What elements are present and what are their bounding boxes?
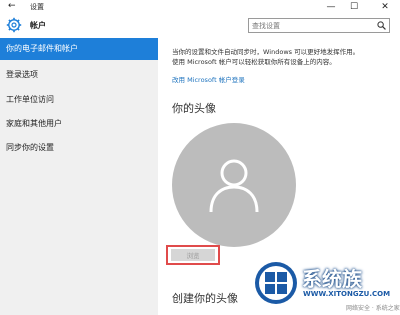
- close-button[interactable]: ✕: [374, 0, 396, 14]
- sidebar-item-label: 你的电子邮件和帐户: [6, 44, 78, 53]
- microsoft-signin-link[interactable]: 改用 Microsoft 帐户登录: [172, 74, 245, 84]
- info-line: 当你的设置和文件自动同步时，Windows 可以更好地发挥作用。: [172, 48, 360, 56]
- page-title: 帐户: [30, 21, 46, 30]
- sidebar-item-family-users[interactable]: 家庭和其他用户: [0, 113, 158, 135]
- info-line: 使用 Microsoft 帐户可以轻松获取你所有设备上的内容。: [172, 58, 336, 66]
- sidebar-item-label: 同步你的设置: [6, 143, 54, 152]
- sidebar-item-label: 登录选项: [6, 70, 38, 79]
- minimize-button[interactable]: —: [320, 0, 342, 14]
- sidebar-item-email-accounts[interactable]: 你的电子邮件和帐户: [0, 38, 158, 60]
- user-icon: [209, 159, 259, 213]
- search-input[interactable]: [252, 19, 370, 32]
- sidebar-item-sync-settings[interactable]: 同步你的设置: [0, 137, 158, 159]
- watermark: 系统族 WWW.XITONGZU.COM 网络安全 · 系统之家: [250, 259, 400, 315]
- settings-header: 帐户: [0, 14, 400, 38]
- back-arrow-icon[interactable]: ←: [8, 1, 16, 11]
- avatar: [172, 123, 296, 247]
- search-icon[interactable]: [377, 21, 386, 30]
- title-bar: ← 设置 — ☐ ✕: [0, 0, 400, 14]
- sidebar-item-work-access[interactable]: 工作单位访问: [0, 89, 158, 111]
- maximize-button[interactable]: ☐: [343, 0, 365, 14]
- sidebar-item-sign-in-options[interactable]: 登录选项: [0, 64, 158, 86]
- sidebar-item-label: 家庭和其他用户: [6, 119, 62, 128]
- browse-highlight-box: 浏览: [166, 245, 220, 265]
- gear-icon: [6, 17, 22, 33]
- windows-logo-icon: [255, 262, 297, 304]
- watermark-url: WWW.XITONGZU.COM: [303, 290, 391, 298]
- watermark-subtext: 网络安全 · 系统之家: [346, 305, 400, 312]
- watermark-brand: 系统族: [302, 267, 362, 291]
- sidebar: 你的电子邮件和帐户 登录选项 工作单位访问 家庭和其他用户 同步你的设置: [0, 38, 158, 315]
- avatar-heading: 你的头像: [172, 102, 216, 115]
- account-info-text: 当你的设置和文件自动同步时，Windows 可以更好地发挥作用。 使用 Micr…: [172, 47, 396, 67]
- create-avatar-heading: 创建你的头像: [172, 292, 238, 305]
- search-box[interactable]: [248, 18, 390, 33]
- window-title: 设置: [30, 3, 44, 11]
- browse-button[interactable]: 浏览: [171, 249, 215, 261]
- sidebar-item-label: 工作单位访问: [6, 95, 54, 104]
